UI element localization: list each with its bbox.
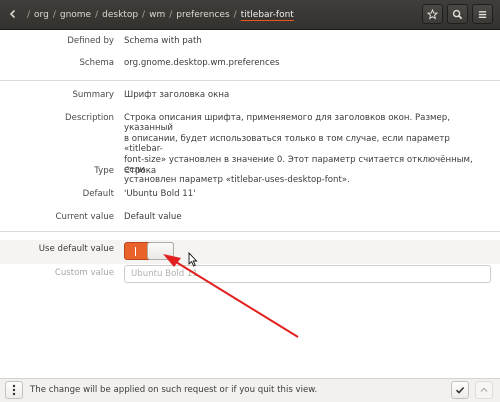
breadcrumb-gnome[interactable]: gnome [57,10,94,20]
summary-label: Summary [72,90,114,100]
breadcrumb-wm[interactable]: wm [146,10,168,20]
current-value-label: Current value [55,212,114,222]
chevron-left-icon [9,9,16,19]
breadcrumb-preferences[interactable]: preferences [173,10,232,20]
type-label: Type [94,166,114,176]
search-button[interactable] [447,4,468,24]
divider [0,231,500,232]
more-options-button[interactable] [5,381,23,399]
description-value: Строка описания шрифта, применяемого для… [124,113,484,186]
divider [0,80,500,81]
defined-by-value: Schema with path [124,36,202,46]
schema-label: Schema [79,58,114,68]
type-value: Строка [124,166,157,176]
description-line: Строка описания шрифта, применяемого для… [124,113,450,134]
defined-by-label: Defined by [67,36,114,46]
check-icon [455,386,465,394]
hamburger-menu-icon [478,10,487,18]
schema-value: org.gnome.desktop.wm.preferences [124,58,280,68]
status-message: The change will be applied on such reque… [30,385,318,395]
chevron-up-icon [480,387,488,392]
bottom-bar: The change will be applied on such reque… [0,378,500,402]
menu-button[interactable] [472,4,493,24]
back-button[interactable] [3,4,23,24]
breadcrumb: / org / gnome / desktop / wm / preferenc… [26,0,297,30]
switch-on-indicator [135,247,136,256]
default-value: 'Ubuntu Bold 11' [124,189,196,199]
switch-knob[interactable] [147,242,174,260]
default-label: Default [82,189,114,199]
reset-button[interactable] [475,381,493,399]
apply-button[interactable] [451,381,469,399]
custom-value-input[interactable]: Ubuntu Bold 11 [124,265,491,283]
description-line: установлен параметр «titlebar-uses-deskt… [124,175,350,186]
use-default-switch[interactable] [124,242,174,260]
breadcrumb-desktop[interactable]: desktop [99,10,141,20]
current-value-value: Default value [124,212,182,222]
vertical-dots-icon [12,384,16,396]
custom-value-label: Custom value [54,268,114,278]
star-icon [427,8,438,20]
breadcrumb-titlebar-font[interactable]: titlebar-font [238,10,297,20]
summary-value: Шрифт заголовка окна [124,90,230,100]
use-default-label: Use default value [38,244,114,254]
search-icon [452,9,463,19]
header-bar: / org / gnome / desktop / wm / preferenc… [0,0,500,30]
description-label: Description [65,113,114,123]
bookmark-button[interactable] [422,4,443,24]
breadcrumb-org[interactable]: org [31,10,52,20]
description-line: в описании, будет использоваться только … [124,133,450,155]
mouse-cursor-icon [188,252,198,267]
description-line: font-size» установлен в значение 0. Этот… [124,154,473,176]
